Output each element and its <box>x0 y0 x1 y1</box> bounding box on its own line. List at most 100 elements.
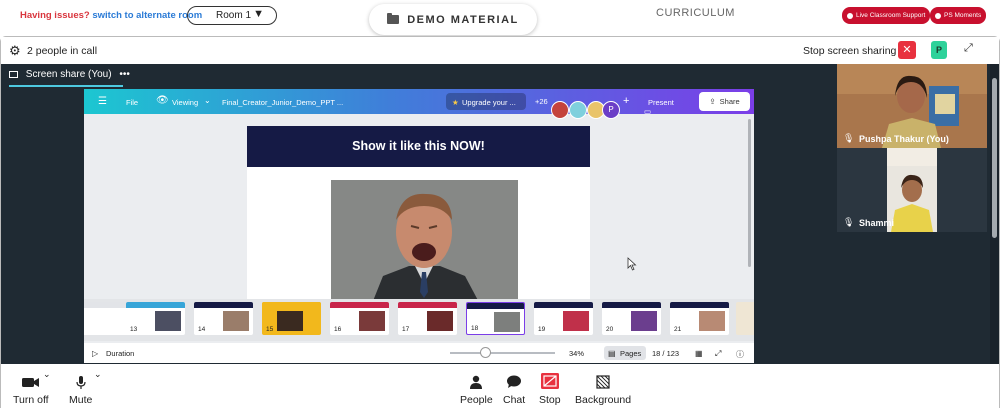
room-select[interactable]: Room 1 ▼ <box>187 6 277 25</box>
page-thumbnail[interactable]: 13 <box>126 302 185 335</box>
shared-screen: ☰ File 👁 Viewing ⌄ Final_Creator_Junior_… <box>84 89 754 363</box>
page-thumbnail[interactable] <box>736 302 754 335</box>
chevron-down-icon[interactable]: ⌄ <box>43 369 51 380</box>
participant-name: Pushpa Thakur (You) <box>859 134 949 144</box>
stop-sharing-button[interactable]: ✕ <box>898 41 916 59</box>
page-thumbnail[interactable]: 17 <box>398 302 457 335</box>
page-number: 18 <box>471 325 479 332</box>
page-filmstrip: 13 14 15 16 17 18 19 20 21 <box>84 299 754 341</box>
issue-notice: Having issues? switch to alternate room <box>20 10 202 21</box>
crown-icon: ★ <box>452 98 459 107</box>
participant-tile[interactable]: 🎙 Shammi <box>837 148 987 232</box>
page-thumbnail[interactable]: 21 <box>670 302 729 335</box>
upgrade-button[interactable]: ★ Upgrade your ... <box>446 93 526 110</box>
share-label: Share <box>719 97 740 106</box>
avatar <box>569 101 587 119</box>
camera-toggle-label: Turn off <box>13 394 49 406</box>
thumbnail-image <box>563 311 589 331</box>
stop-share-icon <box>539 373 561 389</box>
help-icon[interactable]: ⓘ <box>736 349 744 360</box>
present-icon: ▭ <box>644 107 652 116</box>
page-thumbnail[interactable]: 15 <box>262 302 321 335</box>
people-count: 2 people in call <box>27 45 98 57</box>
slide-photo <box>331 180 518 306</box>
chevron-down-icon[interactable]: ⌄ <box>94 369 102 380</box>
background-icon <box>575 375 631 389</box>
person-photo <box>331 180 518 306</box>
add-collaborator-icon[interactable]: + <box>623 95 629 107</box>
ps-moments-button[interactable]: PS Moments <box>930 7 987 24</box>
live-support-button[interactable]: Live Classroom Support <box>842 7 931 24</box>
slide-canvas[interactable]: Show it like this NOW! <box>247 126 590 306</box>
present-button[interactable]: ▭ Present <box>644 98 674 116</box>
video-stage: Screen share (You) ••• ☰ File 👁 Viewing … <box>1 64 999 364</box>
upgrade-label: Upgrade your ... <box>462 98 516 107</box>
duration-button[interactable]: Duration <box>106 349 134 358</box>
demo-material-button[interactable]: DEMO MATERIAL <box>369 4 537 35</box>
mouse-cursor-icon <box>627 257 637 271</box>
collaborator-count: +26 <box>535 97 548 106</box>
right-scrollbar[interactable] <box>990 64 999 364</box>
upload-icon: ⇪ <box>709 97 716 106</box>
alternate-room-link[interactable]: switch to alternate room <box>92 10 202 21</box>
thumbnail-image <box>494 312 520 332</box>
thumbnail-band <box>330 302 389 308</box>
share-button[interactable]: ⇪ Share <box>699 92 750 111</box>
page-thumbnail[interactable]: 16 <box>330 302 389 335</box>
microphone-icon <box>69 375 92 389</box>
demo-material-label: DEMO MATERIAL <box>407 13 519 26</box>
stop-share-button[interactable]: Stop <box>539 373 561 406</box>
scrollbar-thumb[interactable] <box>992 78 997 238</box>
chat-icon <box>503 375 525 389</box>
more-options-icon[interactable]: ••• <box>119 69 130 80</box>
curriculum-tab[interactable]: CURRICULUM <box>656 7 735 19</box>
participant-tile[interactable]: 🎙 Pushpa Thakur (You) <box>837 64 987 148</box>
meeting-panel: ⚙ 2 people in call Stop screen sharing ✕… <box>0 36 1000 409</box>
page-number: 16 <box>334 326 342 333</box>
zoom-slider[interactable] <box>450 352 555 354</box>
people-button[interactable]: People <box>460 375 493 406</box>
file-menu[interactable]: File <box>126 98 138 107</box>
ps-moments-label: PS Moments <box>944 12 982 19</box>
hamburger-menu-icon[interactable]: ☰ <box>98 96 107 107</box>
thumbnail-image <box>699 311 725 331</box>
chat-button[interactable]: Chat <box>503 375 525 406</box>
zoom-slider-handle[interactable] <box>480 347 491 358</box>
thumbnail-band <box>398 302 457 308</box>
caret-down-icon: ▼ <box>253 8 264 20</box>
file-name[interactable]: Final_Creator_Junior_Demo_PPT ... <box>222 98 343 107</box>
page-indicator: 18 / 123 <box>652 349 680 358</box>
grid-view-icon[interactable]: ▦ <box>695 349 703 358</box>
participant-avatar[interactable]: P <box>931 41 947 59</box>
thumbnail-image <box>359 311 385 331</box>
chevron-down-icon: ⌄ <box>204 96 211 105</box>
mute-label: Mute <box>69 394 93 406</box>
expand-icon[interactable]: ⤢ <box>964 42 973 55</box>
fullscreen-icon[interactable]: ⤢ <box>715 349 721 359</box>
thumbnail-image <box>155 311 181 331</box>
info-icon <box>847 12 853 19</box>
page-thumbnail[interactable]: 19 <box>534 302 593 335</box>
thumbnail-band <box>670 302 729 308</box>
thumbnail-band <box>534 302 593 308</box>
thumbnail-image <box>223 311 249 331</box>
folder-icon <box>387 13 400 24</box>
page-thumbnail-selected[interactable]: 18 <box>466 302 525 335</box>
viewing-menu[interactable]: Viewing <box>172 98 198 107</box>
live-support-label: Live Classroom Support <box>856 12 926 19</box>
present-label: Present <box>648 98 674 107</box>
page-thumbnail[interactable]: 14 <box>194 302 253 335</box>
stop-sharing-label: Stop screen sharing <box>803 45 897 57</box>
thumbnail-band <box>602 302 661 308</box>
background-button[interactable]: Background <box>575 375 631 406</box>
pages-button[interactable]: Pages <box>620 349 641 358</box>
vertical-scrollbar[interactable] <box>748 119 751 267</box>
page-thumbnail[interactable]: 20 <box>602 302 661 335</box>
screen-share-tab[interactable]: Screen share (You) ••• <box>9 69 130 80</box>
mute-button[interactable]: Mute <box>69 375 92 406</box>
collaborator-avatars[interactable]: +26 P + <box>532 92 632 119</box>
monitor-icon <box>9 71 18 78</box>
gear-icon[interactable]: ⚙ <box>9 43 21 59</box>
thumbnail-band <box>467 303 524 309</box>
page-number: 14 <box>198 326 206 333</box>
